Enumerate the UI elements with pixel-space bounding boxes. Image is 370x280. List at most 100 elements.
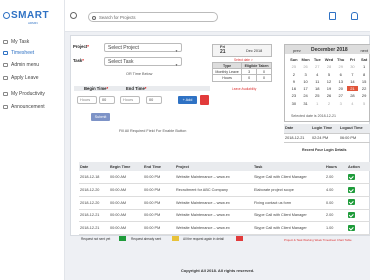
calendar-day[interactable]: 5 [323, 72, 335, 77]
add-button[interactable]: + Add [178, 96, 197, 104]
calendar-day[interactable]: 14 [347, 79, 359, 84]
table-cell: 2.00 [325, 209, 347, 223]
column-header-action: Action [347, 162, 370, 171]
table-cell: Website Maintenance – www.ex [175, 209, 253, 223]
project-select[interactable]: Select Project ▼ [104, 43, 182, 53]
calendar-day[interactable]: 6 [335, 72, 347, 77]
calendar-day[interactable]: 11 [311, 79, 323, 84]
calendar-day[interactable]: 21 [346, 86, 359, 92]
calendar-day[interactable]: 15 [358, 79, 370, 84]
calendar-day[interactable]: 20 [335, 86, 347, 91]
calendar-day[interactable]: 13 [335, 79, 347, 84]
bell-icon[interactable] [351, 12, 358, 20]
calendar-day[interactable]: 29 [358, 93, 370, 98]
approve-button[interactable] [348, 173, 355, 180]
calendar-day[interactable]: 18 [311, 86, 323, 91]
menu-toggle-icon[interactable] [70, 12, 77, 19]
table-cell: Fixing contact us form [253, 196, 325, 210]
calendar-day-name: Sat [361, 57, 368, 62]
column-header-date[interactable]: Date [79, 162, 109, 171]
approve-button[interactable] [348, 199, 355, 206]
calendar-day[interactable]: 31 [300, 101, 312, 106]
calendar-title: December 2018 [311, 47, 348, 53]
sidebar-item-label: My Task [11, 39, 30, 45]
search-icon [92, 15, 96, 20]
legend-sent-label: Request already sent [131, 237, 162, 241]
table-cell: Skype Call with Client Manager [253, 171, 325, 185]
submit-button[interactable]: Submit [91, 113, 110, 121]
timesheet-icon [3, 51, 8, 55]
calendar-day[interactable]: 3 [300, 72, 312, 77]
calendar-prev-button[interactable]: prev [293, 48, 301, 53]
calendar-day[interactable]: 4 [311, 72, 323, 77]
calendar-day[interactable]: 16 [288, 86, 300, 91]
end-minutes-input[interactable]: 00 [146, 96, 162, 104]
calendar-day[interactable]: 25 [288, 64, 300, 69]
calendar-day[interactable]: 5 [358, 101, 370, 106]
calendar-day[interactable]: 30 [288, 101, 300, 106]
calendar-day[interactable]: 7 [347, 72, 359, 77]
calendar-day[interactable]: 28 [323, 64, 335, 69]
column-header-begin-time[interactable]: Begin Time [109, 162, 143, 171]
calendar-day[interactable]: 9 [288, 79, 300, 84]
end-hours-input[interactable]: Hours [120, 96, 140, 104]
calendar-day[interactable]: 12 [323, 79, 335, 84]
approve-button[interactable] [348, 224, 355, 231]
calendar-day[interactable]: 2 [323, 101, 335, 106]
app-logo[interactable]: SMART [3, 10, 49, 21]
calendar-day[interactable]: 27 [335, 93, 347, 98]
sidebar-item-admin-menu[interactable]: Admin menu [0, 60, 65, 70]
calendar-day[interactable]: 22 [358, 86, 370, 91]
working-week-chart-link[interactable]: Project & Task Working Week Timesheet Ch… [284, 238, 352, 242]
announcement-icon [3, 105, 8, 109]
calendar-day[interactable]: 4 [347, 101, 359, 106]
legend-detail-swatch [236, 236, 243, 241]
availability-cell: Hours [211, 74, 243, 82]
approve-button[interactable] [348, 186, 355, 193]
timesheet-entries-table: Date Begin Time End Time Project Task Ho… [79, 162, 370, 235]
calendar-day[interactable]: 3 [335, 101, 347, 106]
calendar-day[interactable]: 23 [288, 93, 300, 98]
chevron-down-icon: ▼ [175, 63, 178, 67]
sidebar-item-announcement[interactable]: Announcement [0, 102, 65, 112]
begin-hours-input[interactable]: Hours [77, 96, 97, 104]
sidebar-item-apply-leave[interactable]: Apply Leave [0, 73, 65, 83]
calendar-day[interactable]: 30 [347, 64, 359, 69]
calendar-day[interactable]: 17 [300, 86, 312, 91]
begin-minutes-input[interactable]: 00 [99, 96, 115, 104]
column-header-project[interactable]: Project [175, 162, 253, 171]
calendar-day[interactable]: 19 [323, 86, 335, 91]
recent-login-link[interactable]: Recent Four Login Details [302, 148, 347, 152]
calendar-day[interactable]: 27 [311, 64, 323, 69]
calendar-day[interactable]: 24 [300, 93, 312, 98]
table-cell: 00:00 AM [109, 221, 143, 235]
calendar-day[interactable]: 28 [347, 93, 359, 98]
document-icon[interactable] [329, 12, 336, 20]
chevron-down-icon: ▼ [175, 49, 178, 53]
sidebar-item-my-productivity[interactable]: My Productivity [0, 89, 65, 99]
calendar-day[interactable]: 25 [311, 93, 323, 98]
sidebar-item-label: Announcement [11, 104, 45, 110]
column-header-hours[interactable]: Hours [325, 162, 347, 171]
table-cell: Skype Call with Client Manager [253, 209, 325, 223]
sidebar-item-timesheet[interactable]: Timesheet [0, 48, 65, 58]
column-header-end-time[interactable]: End Time [143, 162, 175, 171]
sidebar-item-my-task[interactable]: My Task [0, 37, 65, 47]
task-select[interactable]: Select Task ▼ [104, 57, 182, 67]
calendar-day[interactable]: 26 [323, 93, 335, 98]
login-header-date: Date [284, 124, 311, 134]
column-header-task[interactable]: Task [253, 162, 325, 171]
approve-button[interactable] [348, 211, 355, 218]
calendar-day[interactable]: 2 [288, 72, 300, 77]
calendar-day[interactable]: 1 [358, 64, 370, 69]
calendar-day[interactable]: 26 [300, 64, 312, 69]
search-input[interactable]: Search for Projects [88, 12, 218, 22]
calendar-day[interactable]: 8 [358, 72, 370, 77]
action-cell [347, 171, 370, 185]
calendar-next-button[interactable]: next [360, 48, 368, 53]
calendar-day[interactable]: 10 [300, 79, 312, 84]
calendar-day[interactable]: 29 [335, 64, 347, 69]
remove-button[interactable] [200, 95, 209, 105]
calendar-day[interactable]: 1 [311, 101, 323, 106]
table-cell: 2018-12-21 [79, 209, 109, 223]
